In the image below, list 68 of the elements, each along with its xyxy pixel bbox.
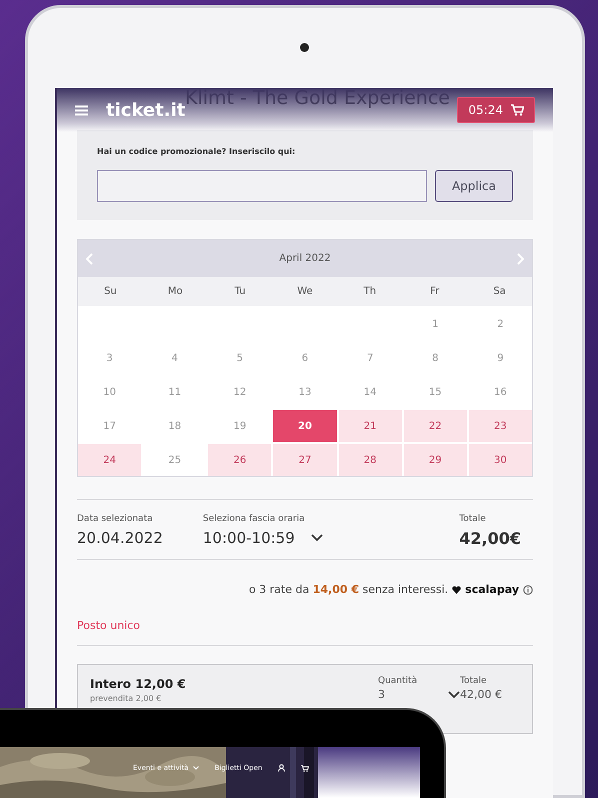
cart-icon bbox=[511, 104, 524, 116]
calendar-day: 13 bbox=[273, 376, 337, 408]
field-label: Totale bbox=[459, 513, 487, 526]
weekday-label: Th bbox=[362, 285, 378, 299]
user-icon[interactable] bbox=[278, 764, 286, 772]
field-label: Data selezionata bbox=[77, 513, 154, 526]
calendar-day: 19 bbox=[208, 410, 272, 442]
time-slot-dropdown[interactable]: 10:00-10:59 bbox=[202, 526, 323, 549]
calendar-day: 2 bbox=[468, 308, 532, 340]
weekday-label: Tu bbox=[234, 285, 247, 299]
calendar-day[interactable]: 20 bbox=[273, 410, 337, 442]
field-label: Quantità bbox=[378, 674, 418, 688]
logo[interactable]: ticket.it bbox=[106, 96, 186, 124]
calendar-day: 11 bbox=[143, 376, 206, 408]
calendar-day[interactable]: 30 bbox=[468, 444, 532, 476]
cart-timer-button[interactable]: 05:24 bbox=[457, 97, 535, 123]
calendar-day[interactable]: 27 bbox=[273, 444, 337, 476]
calendar-day[interactable]: 24 bbox=[78, 444, 142, 476]
presale-fee: prevendita 2,00 € bbox=[90, 692, 162, 704]
calendar-day: 6 bbox=[273, 342, 337, 374]
total-price: 42,00€ bbox=[459, 528, 521, 550]
field-label: Seleziona fascia oraria bbox=[202, 513, 306, 526]
weekday-label: Mo bbox=[166, 285, 184, 299]
ticket-name: Intero 12,00 € bbox=[90, 676, 186, 692]
chevron-down-icon bbox=[310, 534, 323, 542]
apply-button[interactable]: Applica bbox=[434, 170, 513, 202]
field-label: Totale bbox=[460, 674, 488, 688]
calendar-day: 4 bbox=[143, 342, 206, 374]
promo-code-field[interactable] bbox=[97, 170, 427, 202]
section-heading: Posto unico bbox=[76, 618, 142, 634]
calendar-day: 18 bbox=[143, 410, 206, 442]
menu-icon[interactable] bbox=[75, 104, 88, 116]
calendar-day: 15 bbox=[404, 376, 467, 408]
calendar-day: 16 bbox=[468, 376, 532, 408]
calendar-day[interactable]: 26 bbox=[208, 444, 272, 476]
ticket-total: 42,00 € bbox=[460, 689, 503, 701]
promo-label: Hai un codice promozionale? Inseriscilo qui: bbox=[97, 146, 296, 158]
calendar-day[interactable]: 23 bbox=[468, 410, 532, 442]
calendar-day: 12 bbox=[208, 376, 272, 408]
calendar-month: April 2022 bbox=[279, 252, 331, 266]
calendar-day[interactable]: 28 bbox=[338, 444, 402, 476]
page-title: Klimt - The Gold Experience bbox=[185, 88, 450, 111]
info-icon[interactable] bbox=[523, 584, 533, 595]
weekday-label: Sa bbox=[492, 285, 507, 299]
calendar-day: 17 bbox=[78, 410, 142, 442]
calendar-day: 5 bbox=[208, 342, 272, 374]
weekday-label: Su bbox=[103, 285, 118, 299]
quantity-dropdown[interactable]: 3 bbox=[378, 689, 460, 701]
calendar-day: 10 bbox=[78, 376, 142, 408]
brand-name: scalapay bbox=[465, 582, 519, 598]
calendar-day: 8 bbox=[404, 342, 467, 374]
calendar-day[interactable]: 22 bbox=[404, 410, 467, 442]
cart-icon[interactable] bbox=[301, 764, 310, 772]
weekday-label: We bbox=[296, 285, 314, 299]
calendar-day: 14 bbox=[338, 376, 402, 408]
chevron-down-icon bbox=[448, 691, 460, 699]
calendar-day: 1 bbox=[404, 308, 467, 340]
heart-icon bbox=[452, 586, 462, 594]
selected-date: 20.04.2022 bbox=[77, 528, 163, 548]
weekday-label: Fr bbox=[429, 285, 440, 299]
calendar-day: 3 bbox=[78, 342, 142, 374]
calendar-day[interactable]: 29 bbox=[404, 444, 467, 476]
installment-text: o 3 rate da 14,00 € senza interessi. bbox=[248, 582, 448, 598]
calendar-day: 25 bbox=[143, 444, 206, 476]
caret-icon bbox=[192, 766, 199, 770]
calendar-day: 9 bbox=[468, 342, 532, 374]
calendar-day[interactable]: 21 bbox=[338, 410, 402, 442]
calendar-day: 7 bbox=[338, 342, 402, 374]
